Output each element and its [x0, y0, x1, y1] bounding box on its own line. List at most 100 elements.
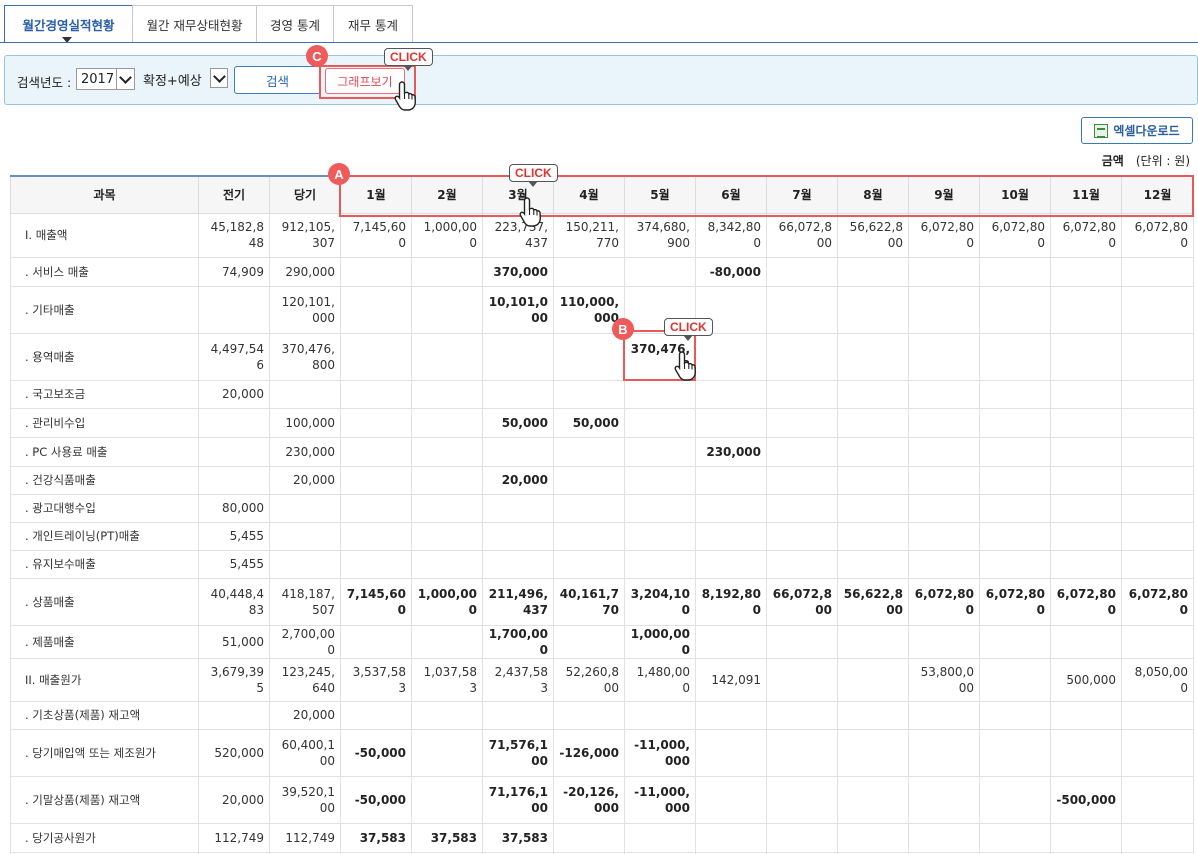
table-cell[interactable]: 37,583: [482, 822, 554, 853]
table-cell[interactable]: 5,455: [198, 521, 270, 551]
table-cell[interactable]: 3,204,100: [624, 577, 696, 626]
table-cell[interactable]: 6,072,800: [1121, 212, 1194, 258]
table-cell[interactable]: 39,520,100: [269, 775, 341, 824]
table-cell: [837, 822, 909, 853]
performance-table-container[interactable]: 과목 전기 당기 1월 2월 3월 4월 5월 6월 7월 8월 9월 10월 11월 12월 I. 매출액…: [10, 175, 1198, 854]
table-cell[interactable]: 290,000: [269, 256, 341, 287]
table-cell[interactable]: 53,800,000: [908, 657, 980, 702]
table-cell[interactable]: 56,622,800: [837, 212, 909, 258]
table-cell: [908, 549, 980, 579]
table-cell[interactable]: 3,537,583: [340, 657, 412, 702]
table-cell[interactable]: 500,000: [1050, 657, 1122, 702]
table-cell: [766, 285, 838, 334]
click-tag-c: CLICK: [384, 48, 433, 71]
table-cell[interactable]: 1,000,000: [624, 624, 696, 659]
table-cell[interactable]: -20,126,000: [553, 775, 625, 824]
table-cell[interactable]: 1,000,000: [411, 577, 483, 626]
row-label: . 유지보수매출: [10, 549, 199, 579]
table-cell[interactable]: 1,700,000: [482, 624, 554, 659]
table-cell[interactable]: 74,909: [198, 256, 270, 287]
table-cell[interactable]: 20,000: [198, 379, 270, 409]
table-cell[interactable]: 7,145,600: [340, 577, 412, 626]
table-cell[interactable]: 230,000: [269, 436, 341, 467]
table-cell[interactable]: 66,072,800: [766, 577, 838, 626]
table-cell[interactable]: 100,000: [269, 407, 341, 438]
table-cell[interactable]: 50,000: [553, 407, 625, 438]
table-cell[interactable]: 20,000: [269, 465, 341, 495]
table-cell[interactable]: 3,679,395: [198, 657, 270, 702]
table-cell[interactable]: 80,000: [198, 493, 270, 523]
table-cell[interactable]: 8,342,800: [695, 212, 767, 258]
table-cell[interactable]: 418,187,507: [269, 577, 341, 626]
table-cell[interactable]: -50,000: [340, 728, 412, 777]
table-cell[interactable]: 45,182,848: [198, 212, 270, 258]
table-cell[interactable]: -50,000: [340, 775, 412, 824]
table-cell[interactable]: 52,260,800: [553, 657, 625, 702]
table-cell[interactable]: 6,072,800: [1050, 577, 1122, 626]
table-cell[interactable]: 6,072,800: [1121, 577, 1194, 626]
table-cell[interactable]: 112,749: [269, 822, 341, 853]
table-cell[interactable]: 4,497,546: [198, 332, 270, 381]
table-cell[interactable]: 7,145,600: [340, 212, 412, 258]
table-cell[interactable]: -80,000: [695, 256, 767, 287]
year-select[interactable]: 2017: [76, 68, 135, 90]
table-cell[interactable]: 1,480,000: [624, 657, 696, 702]
table-cell[interactable]: 150,211,770: [553, 212, 625, 258]
table-cell[interactable]: 20,000: [482, 465, 554, 495]
table-cell[interactable]: 56,622,800: [837, 577, 909, 626]
table-cell[interactable]: 6,072,800: [908, 212, 980, 258]
table-cell: [340, 407, 412, 438]
table-cell[interactable]: 71,576,100: [482, 728, 554, 777]
table-cell: [908, 822, 980, 853]
table-cell[interactable]: 2,700,000: [269, 624, 341, 659]
table-cell[interactable]: 6,072,800: [1050, 212, 1122, 258]
table-cell[interactable]: 20,000: [198, 775, 270, 824]
table-cell[interactable]: -11,000,000: [624, 728, 696, 777]
table-cell[interactable]: 6,072,800: [908, 577, 980, 626]
tab-divider: [0, 42, 1198, 43]
table-cell[interactable]: 71,176,100: [482, 775, 554, 824]
table-cell[interactable]: 20,000: [269, 700, 341, 730]
excel-download-button[interactable]: 엑셀다운로드: [1081, 117, 1193, 144]
table-cell[interactable]: 374,680,900: [624, 212, 696, 258]
table-cell[interactable]: 230,000: [695, 436, 767, 467]
table-cell[interactable]: 112,749: [198, 822, 270, 853]
table-cell[interactable]: 370,476,800: [269, 332, 341, 381]
table-cell[interactable]: 142,091: [695, 657, 767, 702]
table-cell[interactable]: 37,583: [340, 822, 412, 853]
table-cell[interactable]: 520,000: [198, 728, 270, 777]
table-cell[interactable]: 40,448,483: [198, 577, 270, 626]
table-cell[interactable]: -11,000,000: [624, 775, 696, 824]
table-cell[interactable]: 912,105,307: [269, 212, 341, 258]
table-cell[interactable]: 123,245,640: [269, 657, 341, 702]
table-cell[interactable]: 6,072,800: [979, 212, 1051, 258]
table-cell[interactable]: 10,101,000: [482, 285, 554, 334]
table-cell[interactable]: 40,161,770: [553, 577, 625, 626]
table-cell[interactable]: 120,101,000: [269, 285, 341, 334]
table-cell[interactable]: 60,400,100: [269, 728, 341, 777]
table-cell[interactable]: -500,000: [1050, 775, 1122, 824]
table-cell: [1121, 285, 1194, 334]
table-cell[interactable]: 50,000: [482, 407, 554, 438]
tab-financial-stats[interactable]: 재무 통계: [333, 5, 413, 43]
table-cell[interactable]: 8,192,800: [695, 577, 767, 626]
table-cell[interactable]: 1,000,000: [411, 212, 483, 258]
table-cell[interactable]: 51,000: [198, 624, 270, 659]
mode-select[interactable]: 확정+예상: [141, 68, 228, 90]
table-cell[interactable]: 37,583: [411, 822, 483, 853]
table-cell[interactable]: 370,000: [482, 256, 554, 287]
table-cell[interactable]: 2,437,583: [482, 657, 554, 702]
table-cell[interactable]: 66,072,800: [766, 212, 838, 258]
table-cell[interactable]: 5,455: [198, 549, 270, 579]
tab-monthly-financial-status[interactable]: 월간 재무상태현황: [132, 5, 257, 43]
table-cell: [908, 285, 980, 334]
table-cell[interactable]: 8,050,000: [1121, 657, 1194, 702]
table-cell[interactable]: 6,072,800: [979, 577, 1051, 626]
table-cell[interactable]: 1,037,583: [411, 657, 483, 702]
table-cell[interactable]: 211,496,437: [482, 577, 554, 626]
search-button[interactable]: 검색: [234, 66, 321, 94]
table-cell: [482, 549, 554, 579]
table-cell[interactable]: -126,000: [553, 728, 625, 777]
table-cell: [695, 407, 767, 438]
tab-management-stats[interactable]: 경영 통계: [256, 5, 334, 43]
